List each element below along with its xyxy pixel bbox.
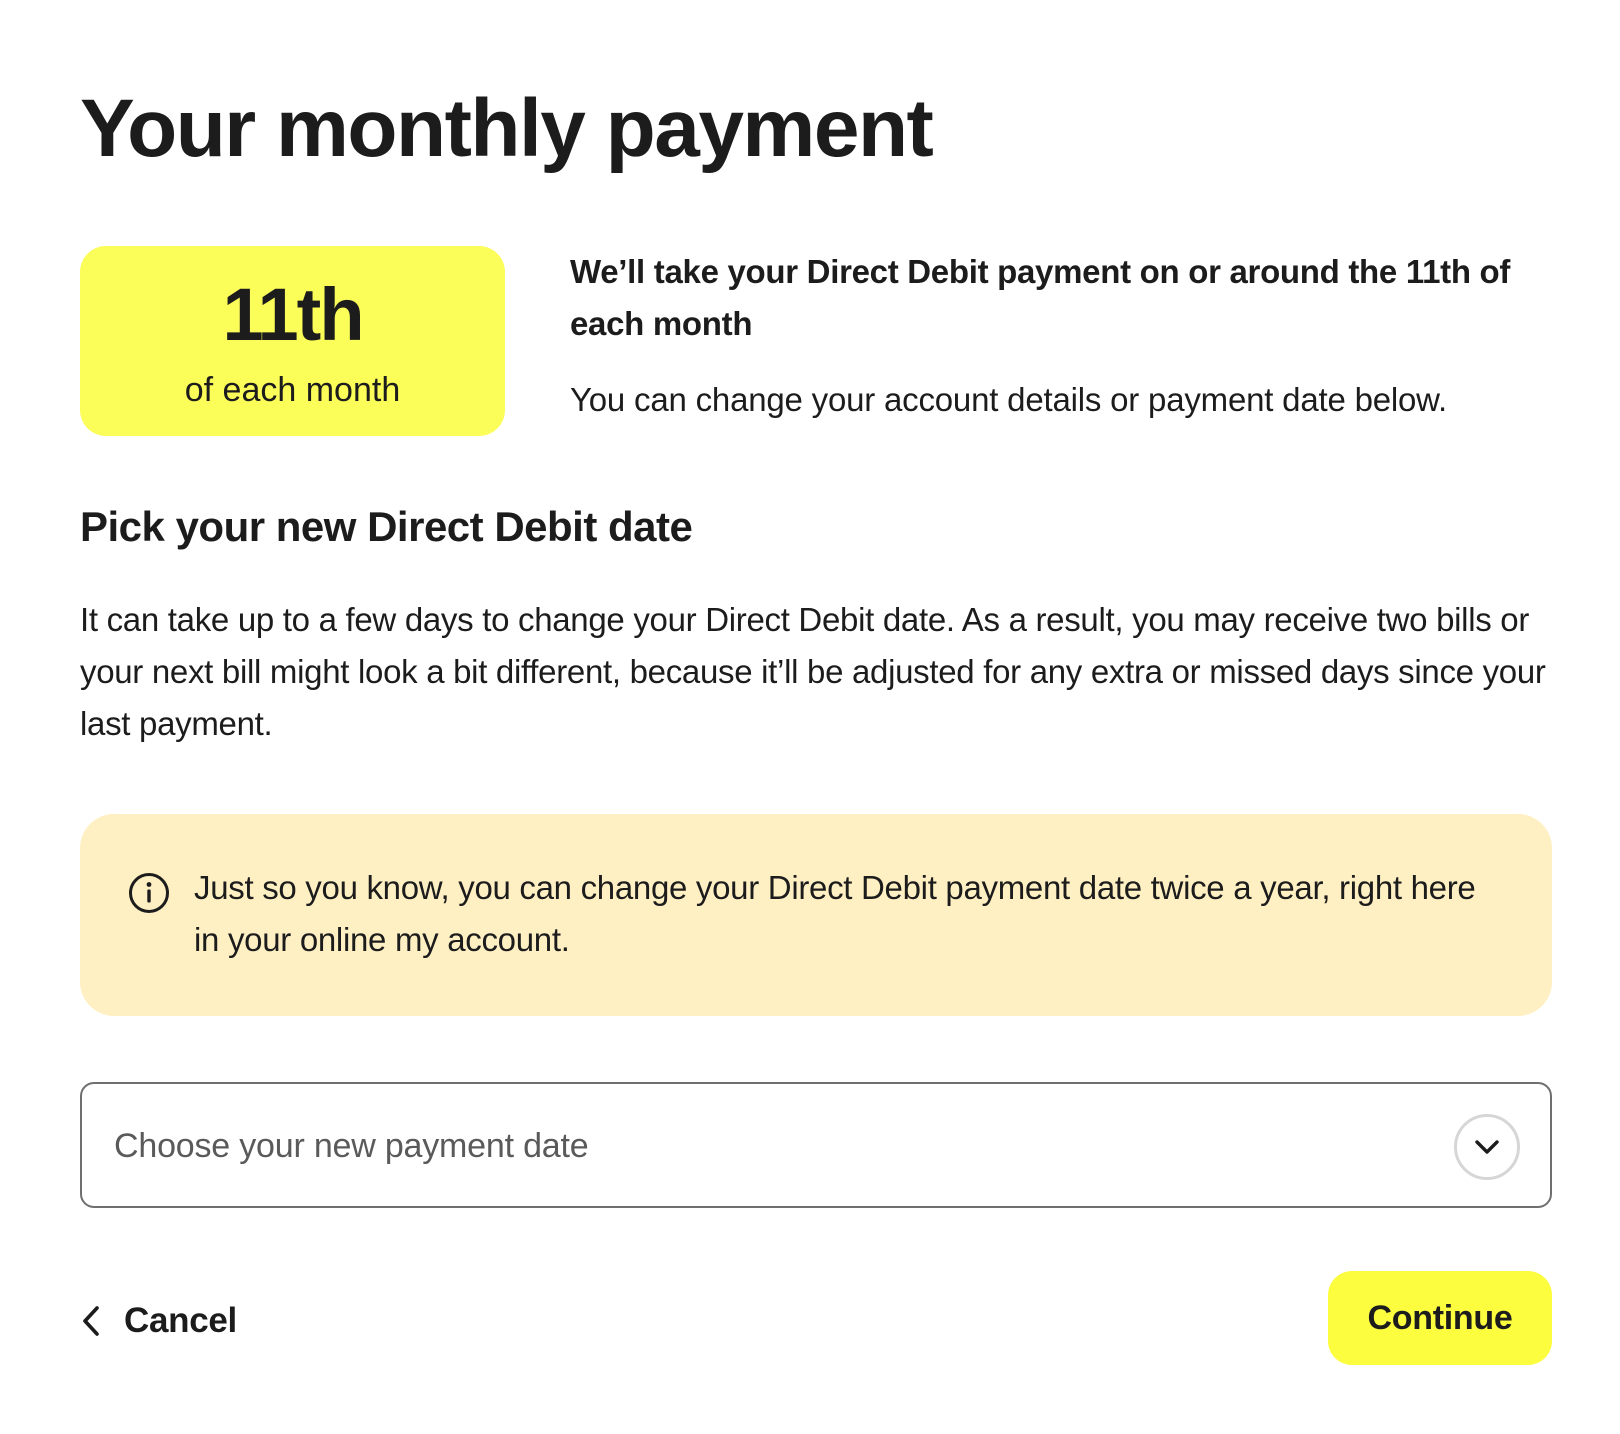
cancel-button[interactable]: Cancel [80,1296,237,1346]
payment-info-lead: We’ll take your Direct Debit payment on … [570,253,1511,342]
continue-button[interactable]: Continue [1328,1271,1552,1365]
cancel-label: Cancel [124,1301,237,1340]
payment-info: We’ll take your Direct Debit payment on … [570,246,1550,422]
payment-page: Your monthly payment 11th of each month … [80,0,1552,1434]
section-title: Pick your new Direct Debit date [80,503,693,550]
page-title: Your monthly payment [80,83,934,174]
payment-date-card: 11th of each month [80,246,505,436]
payment-date-placeholder: Choose your new payment date [114,1127,589,1165]
info-icon [128,872,170,914]
payment-date-select[interactable]: Choose your new payment date [80,1082,1552,1208]
section-body: It can take up to a few days to change y… [80,601,1546,742]
payment-day: 11th [222,273,364,356]
payment-info-note: You can change your account details or p… [570,381,1447,418]
payment-day-caption: of each month [184,371,401,409]
info-notice: Just so you know, you can change your Di… [80,814,1552,1016]
chevron-left-icon [83,1306,99,1336]
chevron-down-icon[interactable] [1454,1114,1520,1180]
notice-text: Just so you know, you can change your Di… [194,869,1476,958]
